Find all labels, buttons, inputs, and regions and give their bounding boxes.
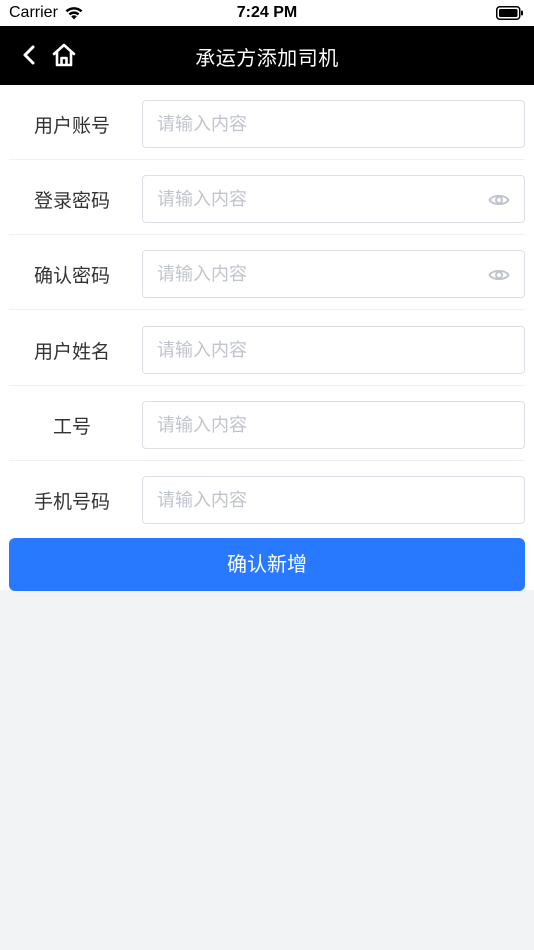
- password-label: 登录密码: [33, 190, 110, 212]
- status-bar: Carrier 7:24 PM: [0, 0, 534, 26]
- eye-icon[interactable]: [488, 189, 510, 211]
- phone-label: 手机号码: [33, 491, 110, 513]
- form-row-password: 登录密码: [9, 160, 525, 235]
- account-label: 用户账号: [33, 115, 110, 137]
- nav-bar: 承运方添加司机: [0, 26, 534, 85]
- employee-id-label: 工号: [52, 416, 91, 438]
- battery-icon: [496, 6, 523, 20]
- confirm-password-input[interactable]: [143, 251, 524, 297]
- form-row-employee-id: 工号: [9, 386, 525, 461]
- add-driver-form: 用户账号 登录密码 确认密码 用户姓名 工号: [0, 85, 534, 590]
- account-field: [142, 100, 525, 148]
- name-input[interactable]: [143, 327, 524, 373]
- password-field: [142, 175, 525, 223]
- page-title: 承运方添加司机: [195, 46, 339, 70]
- clock: 7:24 PM: [236, 4, 298, 21]
- eye-icon[interactable]: [488, 264, 510, 286]
- form-row-confirm-password: 确认密码: [9, 235, 525, 310]
- employee-id-field: [142, 401, 525, 449]
- confirm-password-label: 确认密码: [33, 265, 110, 287]
- employee-id-input[interactable]: [143, 402, 524, 448]
- name-field: [142, 326, 525, 374]
- name-label: 用户姓名: [33, 341, 110, 363]
- account-input[interactable]: [143, 101, 524, 147]
- confirm-add-button[interactable]: 确认新增: [9, 538, 525, 591]
- password-input[interactable]: [143, 176, 524, 222]
- confirm-password-field: [142, 250, 525, 298]
- form-row-name: 用户姓名: [9, 311, 525, 386]
- form-row-account: 用户账号: [9, 85, 525, 160]
- phone-field: [142, 476, 525, 524]
- form-row-phone: 手机号码: [9, 461, 525, 536]
- phone-input[interactable]: [143, 477, 524, 523]
